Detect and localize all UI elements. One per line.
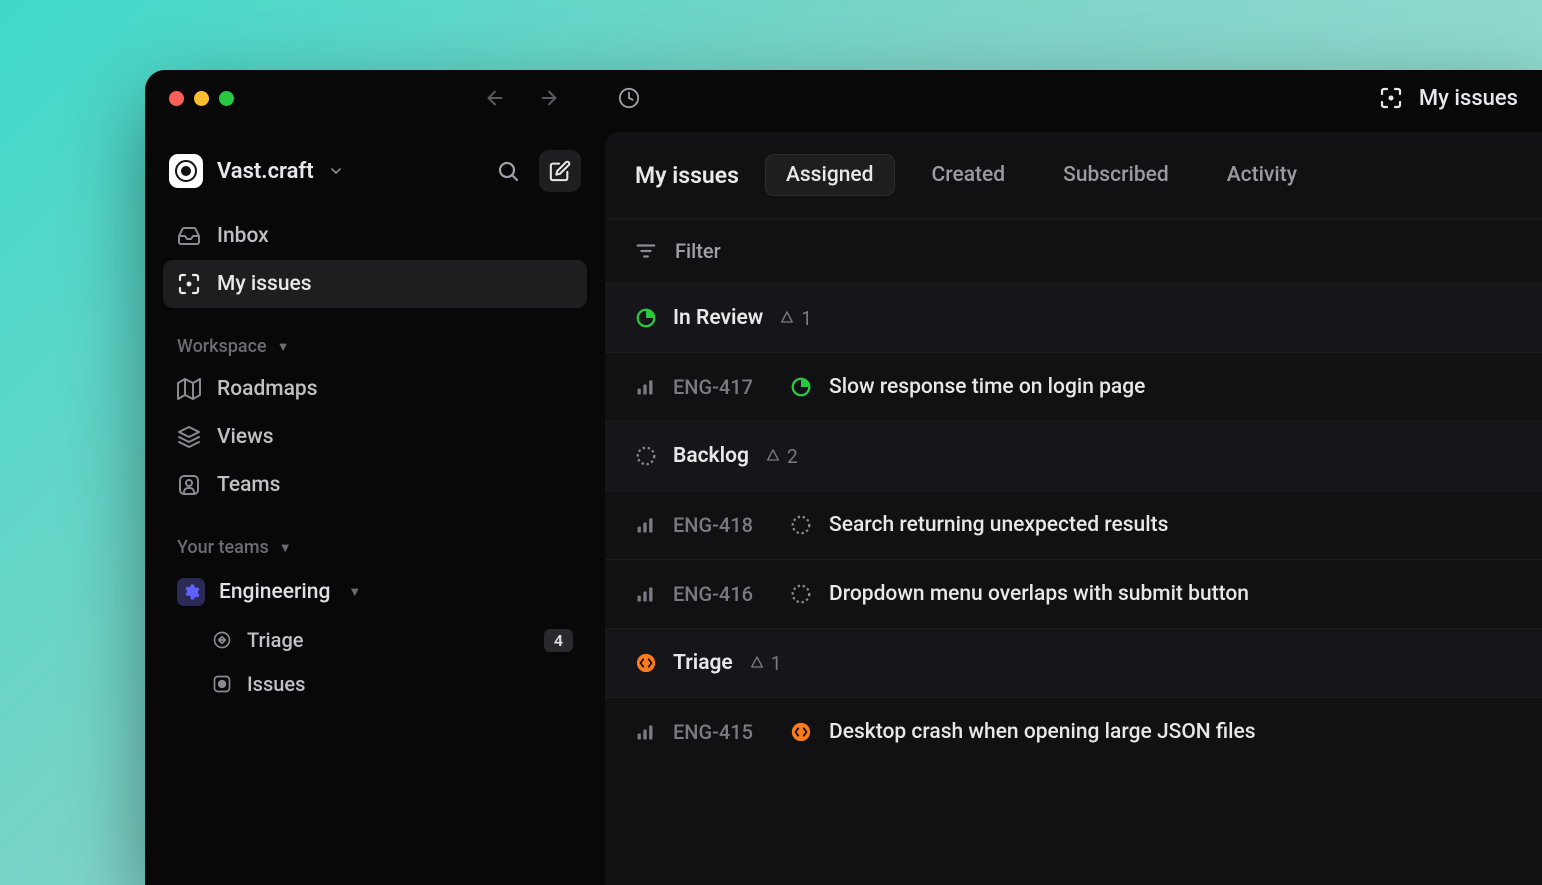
sidebar-item-teams[interactable]: Teams [163, 461, 587, 509]
filter-button[interactable]: Filter [605, 218, 1542, 283]
focus-icon [1379, 86, 1403, 110]
main-header: My issues Assigned Created Subscribed Ac… [605, 132, 1542, 218]
issue-row[interactable]: ENG-418 Search returning unexpected resu… [605, 490, 1542, 559]
tab-assigned[interactable]: Assigned [765, 154, 895, 196]
compose-button[interactable] [539, 150, 581, 192]
user-square-icon [177, 473, 201, 497]
sidebar-item-label: Roadmaps [217, 377, 318, 401]
section-label: Your teams [177, 537, 269, 558]
issues-list: In Review 1 ENG-417 Slow response time o… [605, 283, 1542, 766]
group-name: In Review [673, 306, 763, 330]
status-icon [635, 652, 657, 674]
close-window-button[interactable] [169, 91, 184, 106]
triage-icon [211, 629, 233, 651]
sidebar-item-label: Teams [217, 473, 281, 497]
issue-id: ENG-417 [673, 375, 773, 399]
back-button[interactable] [484, 87, 506, 109]
main-panel: My issues Assigned Created Subscribed Ac… [605, 132, 1542, 885]
tab-subscribed[interactable]: Subscribed [1042, 154, 1190, 196]
chevron-down-icon: ▼ [277, 339, 290, 355]
page-title: My issues [635, 162, 739, 189]
titlebar-page-label: My issues [1419, 86, 1518, 111]
sub-item-label: Issues [247, 672, 305, 696]
minimize-window-button[interactable] [194, 91, 209, 106]
issue-title: Slow response time on login page [829, 375, 1145, 399]
team-name: Engineering [219, 580, 330, 604]
group-header[interactable]: Triage 1 [605, 628, 1542, 697]
group-count: 1 [749, 652, 782, 675]
focus-icon [177, 272, 201, 296]
chevron-down-icon [328, 163, 344, 179]
priority-icon[interactable] [635, 584, 657, 604]
issue-id: ENG-415 [673, 720, 773, 744]
inbox-icon [177, 224, 201, 248]
issue-id: ENG-418 [673, 513, 773, 537]
filter-icon [635, 240, 657, 262]
issue-title: Desktop crash when opening large JSON fi… [829, 720, 1256, 744]
priority-icon[interactable] [635, 722, 657, 742]
priority-icon[interactable] [635, 377, 657, 397]
issue-title: Dropdown menu overlaps with submit butto… [829, 582, 1249, 606]
group-count: 1 [779, 307, 812, 330]
group-count: 2 [765, 445, 798, 468]
status-icon[interactable] [789, 583, 813, 605]
team-sub-triage[interactable]: Triage 4 [163, 618, 587, 662]
workspace-switcher[interactable]: Vast.craft [163, 142, 587, 212]
section-your-teams[interactable]: Your teams ▼ [163, 509, 587, 566]
status-icon[interactable] [789, 721, 813, 743]
issue-row[interactable]: ENG-416 Dropdown menu overlaps with subm… [605, 559, 1542, 628]
search-button[interactable] [487, 150, 529, 192]
chevron-down-icon: ▼ [279, 540, 292, 556]
status-icon[interactable] [789, 376, 813, 398]
issue-title: Search returning unexpected results [829, 513, 1168, 537]
titlebar: My issues [145, 70, 1542, 126]
tab-created[interactable]: Created [911, 154, 1027, 196]
issue-row[interactable]: ENG-415 Desktop crash when opening large… [605, 697, 1542, 766]
traffic-lights [169, 91, 234, 106]
sidebar-item-roadmaps[interactable]: Roadmaps [163, 365, 587, 413]
sidebar-item-label: My issues [217, 272, 312, 296]
status-icon [635, 445, 657, 467]
sub-item-label: Triage [247, 628, 304, 652]
chevron-down-icon: ▼ [348, 584, 361, 600]
section-workspace[interactable]: Workspace ▼ [163, 308, 587, 365]
issues-icon [211, 673, 233, 695]
team-engineering[interactable]: Engineering ▼ [163, 566, 587, 618]
gear-icon [177, 578, 205, 606]
group-header[interactable]: Backlog 2 [605, 421, 1542, 490]
workspace-logo [169, 154, 203, 188]
status-icon [635, 307, 657, 329]
status-icon[interactable] [789, 514, 813, 536]
titlebar-page-indicator: My issues [1379, 86, 1518, 111]
history-button[interactable] [618, 87, 640, 109]
tab-activity[interactable]: Activity [1206, 154, 1318, 196]
section-label: Workspace [177, 336, 267, 357]
sidebar-item-views[interactable]: Views [163, 413, 587, 461]
map-icon [177, 377, 201, 401]
sidebar: Vast.craft Inbox [145, 126, 605, 885]
team-sub-issues[interactable]: Issues [163, 662, 587, 706]
forward-button[interactable] [538, 87, 560, 109]
nav-arrows [484, 87, 560, 109]
issue-id: ENG-416 [673, 582, 773, 606]
group-name: Triage [673, 651, 733, 675]
app-window: My issues Vast.craft [145, 70, 1542, 885]
sidebar-item-my-issues[interactable]: My issues [163, 260, 587, 308]
count-badge: 4 [544, 629, 573, 652]
issue-row[interactable]: ENG-417 Slow response time on login page [605, 352, 1542, 421]
layers-icon [177, 425, 201, 449]
sidebar-item-label: Inbox [217, 224, 269, 248]
filter-label: Filter [675, 239, 721, 263]
content: Vast.craft Inbox [145, 126, 1542, 885]
workspace-name: Vast.craft [217, 159, 314, 184]
group-name: Backlog [673, 444, 749, 468]
group-header[interactable]: In Review 1 [605, 283, 1542, 352]
sidebar-item-label: Views [217, 425, 274, 449]
maximize-window-button[interactable] [219, 91, 234, 106]
priority-icon[interactable] [635, 515, 657, 535]
sidebar-item-inbox[interactable]: Inbox [163, 212, 587, 260]
